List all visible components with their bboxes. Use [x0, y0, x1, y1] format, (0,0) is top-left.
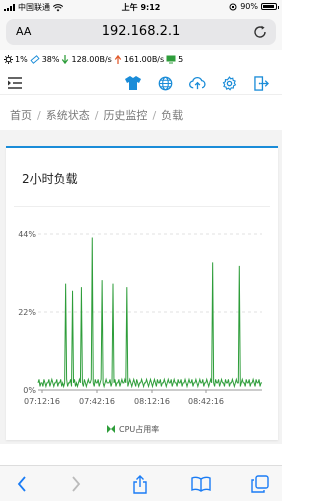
share-icon[interactable]	[130, 474, 150, 494]
memory-icon	[30, 55, 40, 64]
memory-value: 38%	[41, 55, 60, 64]
cloud-upload-icon[interactable]	[188, 74, 206, 92]
shirt-icon[interactable]	[124, 74, 142, 92]
x-tick-label: 07:12:16	[24, 397, 60, 406]
y-tick-label: 0%	[23, 386, 36, 395]
bookmarks-icon[interactable]	[191, 474, 211, 494]
cpu-value: 1%	[15, 55, 28, 64]
series-line-cpu	[37, 237, 262, 389]
menu-toggle-icon[interactable]	[8, 77, 22, 89]
y-tick-label: 44%	[18, 230, 36, 239]
upload-arrow-icon	[114, 55, 122, 64]
url-field[interactable]: AA 192.168.2.1	[6, 19, 276, 45]
cpu-icon	[4, 55, 13, 64]
legend-marker-icon	[107, 425, 115, 433]
y-tick-label: 22%	[18, 308, 36, 317]
x-tick-label: 08:42:16	[188, 397, 224, 406]
tabs-icon[interactable]	[250, 474, 270, 494]
globe-icon[interactable]	[156, 74, 174, 92]
legend-label: CPU占用率	[119, 424, 159, 434]
gear-icon[interactable]	[220, 74, 238, 92]
breadcrumb-home[interactable]: 首页	[10, 109, 32, 122]
forward-icon[interactable]	[66, 474, 86, 494]
load-card: 2小时负载 0% 22% 44% 07:12:16 07:42:16 08:12:16 08…	[6, 146, 278, 440]
battery-icon	[261, 3, 279, 10]
x-tick-label: 07:42:16	[79, 397, 115, 406]
app-toolbar: 1% 38% 128.00B/s 161.00B/s 5	[0, 50, 282, 95]
x-tick-label: 08:12:16	[134, 397, 170, 406]
reload-icon[interactable]	[252, 24, 268, 40]
browser-bottom-bar	[0, 465, 282, 501]
monitor-icon	[166, 55, 176, 64]
breadcrumb-history-monitor[interactable]: 历史监控	[103, 109, 147, 122]
breadcrumb-load: 负载	[161, 109, 184, 122]
status-bar: 中国联通 上午 9:12 90%	[0, 0, 282, 14]
breadcrumb: 首页 / 系统状态 / 历史监控 / 负载	[10, 109, 184, 122]
breadcrumb-system-status[interactable]: 系统状态	[46, 109, 90, 122]
download-arrow-icon	[62, 55, 69, 64]
address-bar: AA 192.168.2.1	[0, 14, 282, 50]
clients-count: 5	[178, 55, 184, 64]
logout-icon[interactable]	[252, 74, 270, 92]
download-rate: 128.00B/s	[71, 55, 112, 64]
rotation-lock-icon	[229, 3, 237, 10]
battery-percent: 90%	[240, 2, 258, 11]
load-chart: 0% 22% 44% 07:12:16 07:42:16 08:12:16 08:42:16…	[18, 230, 262, 434]
status-stats: 1% 38% 128.00B/s 161.00B/s 5	[4, 55, 183, 64]
url-text[interactable]: 192.168.2.1	[6, 24, 276, 39]
upload-rate: 161.00B/s	[123, 55, 165, 64]
back-icon[interactable]	[12, 474, 32, 494]
